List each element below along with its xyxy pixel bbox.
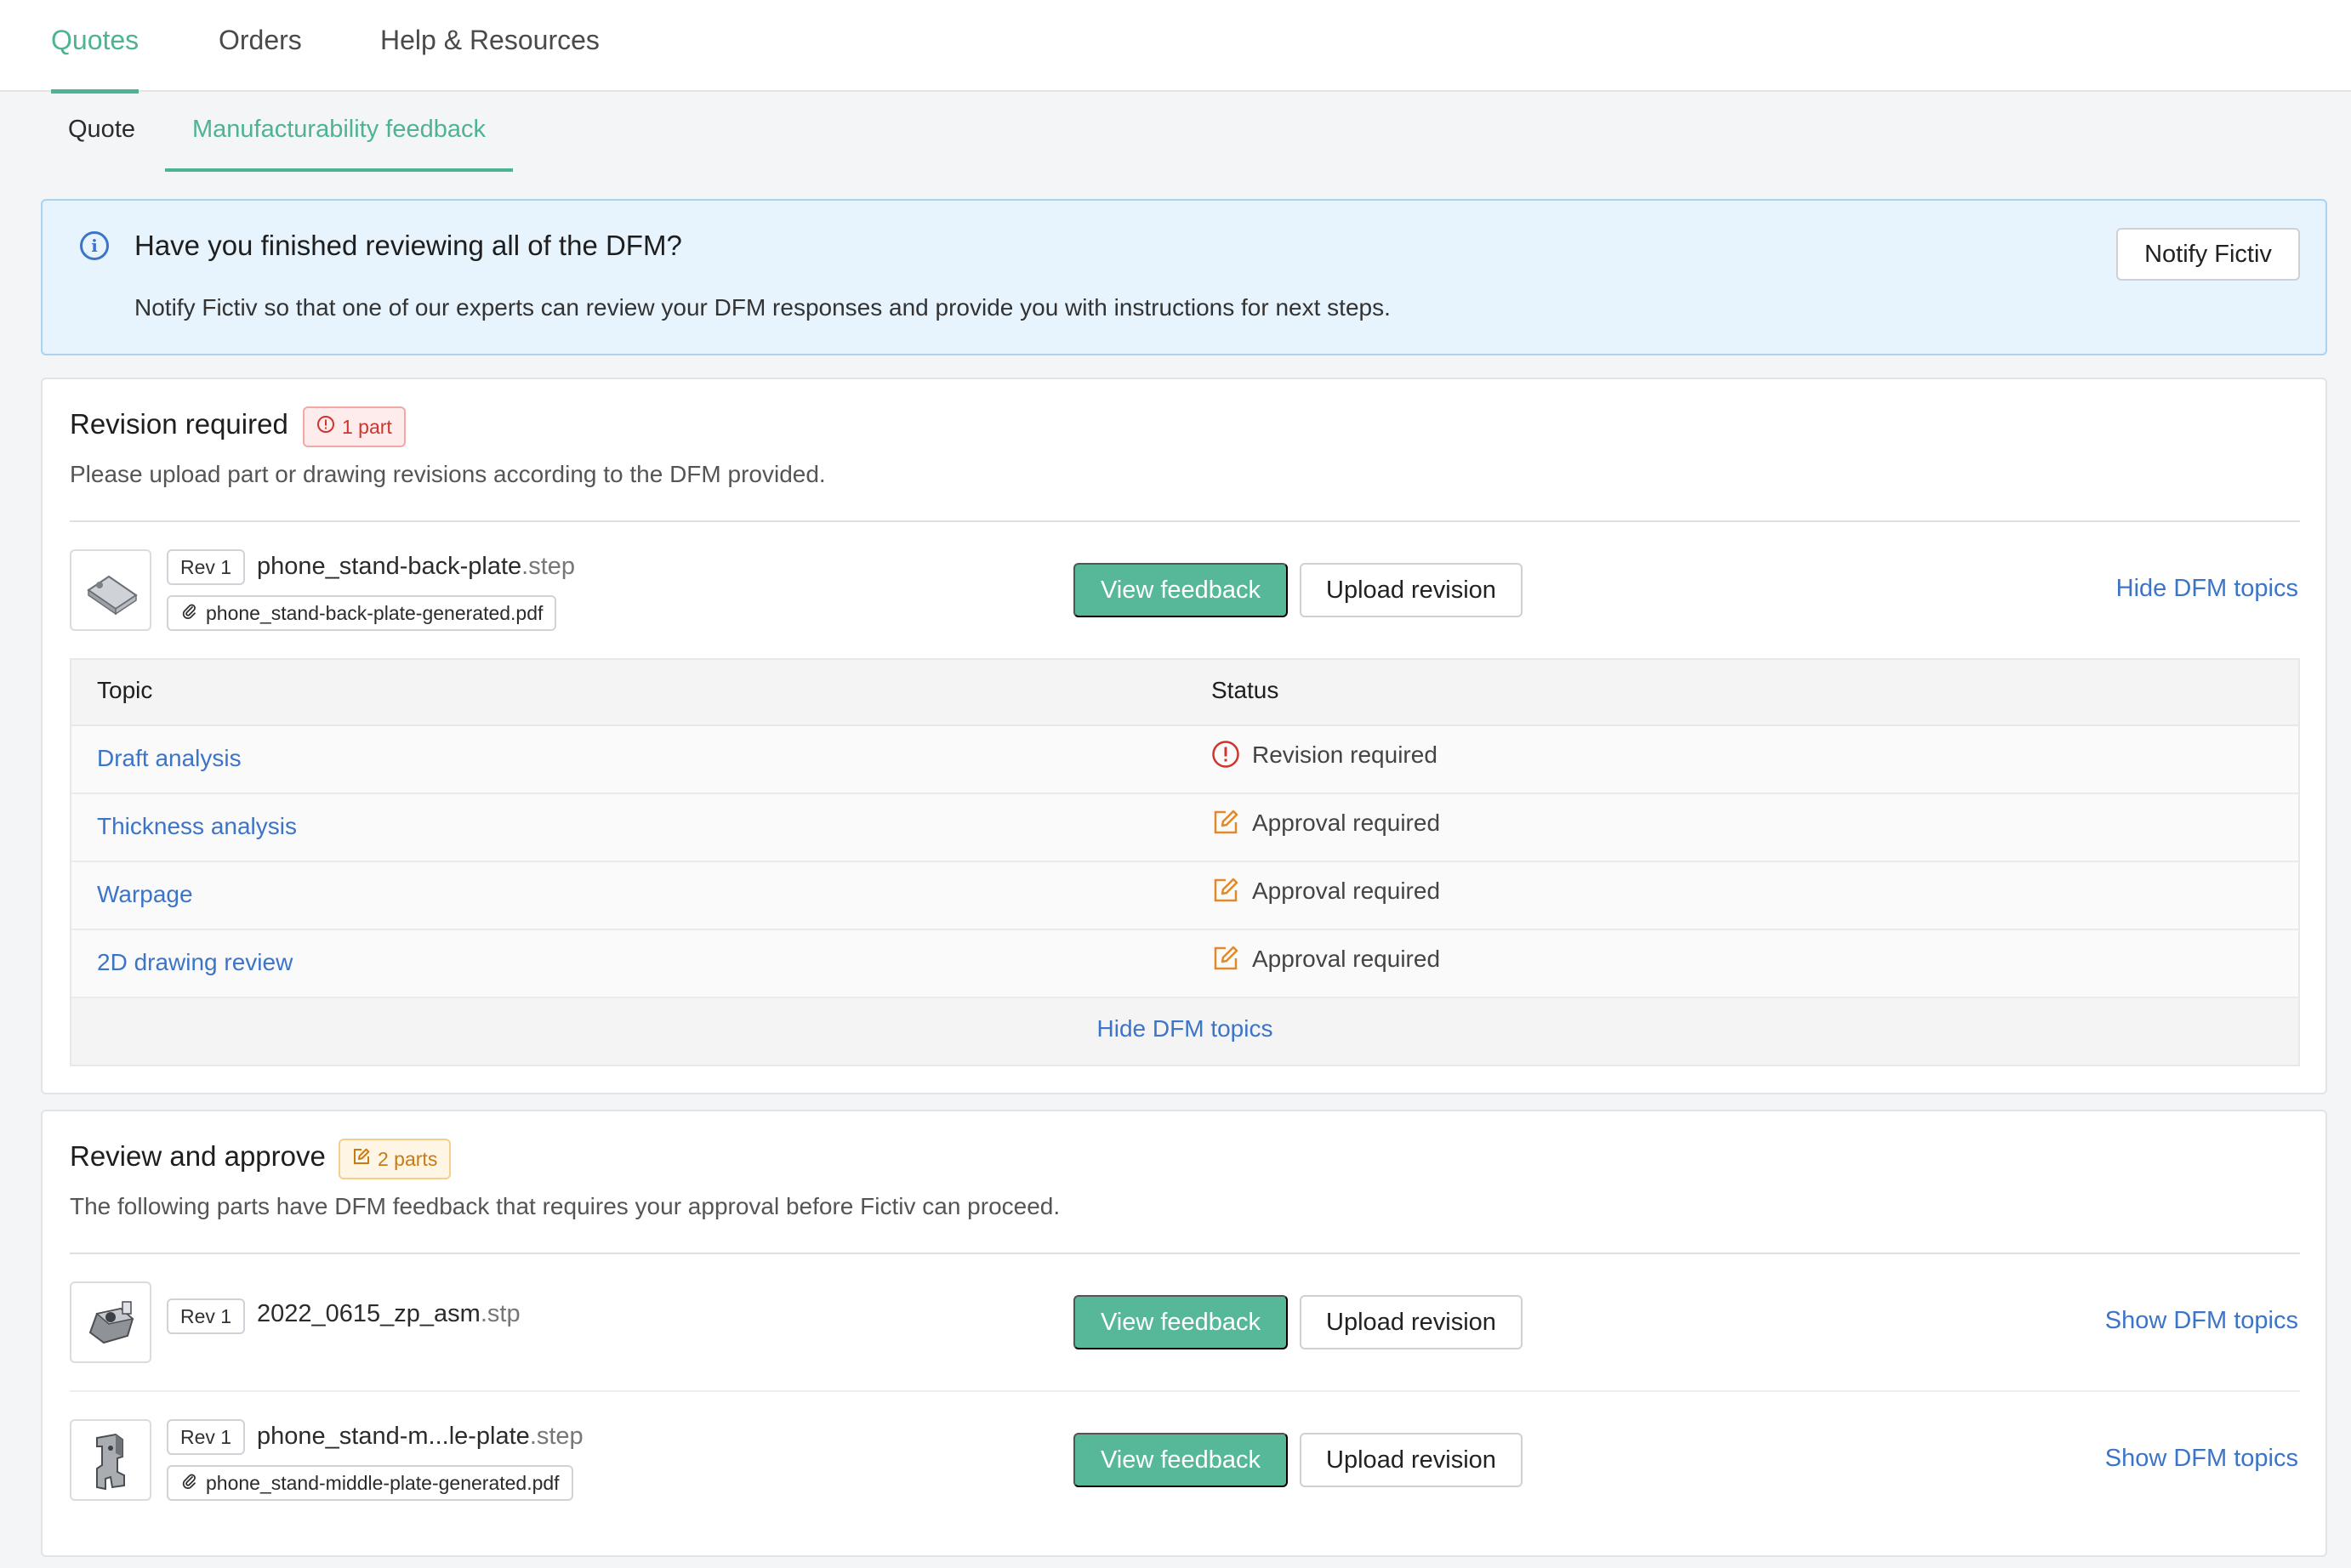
revision-badge-label: 1 part	[342, 416, 392, 438]
divider	[70, 1390, 2300, 1392]
divider	[70, 1253, 2300, 1254]
approval-badge-label: 2 parts	[378, 1148, 438, 1170]
column-header-status: Status	[1211, 677, 1279, 703]
tab-orders[interactable]: Orders	[219, 0, 302, 92]
part-thumbnail[interactable]	[70, 549, 151, 631]
edit-square-icon	[1211, 876, 1240, 905]
table-header: Topic Status	[71, 660, 2298, 726]
edit-square-icon	[1211, 944, 1240, 973]
revision-count-badge: 1 part	[303, 406, 406, 447]
hide-dfm-topics-footer-link[interactable]: Hide DFM topics	[71, 1015, 2298, 1042]
status-cell: Revision required	[1211, 740, 1437, 771]
topic-link-thickness-analysis[interactable]: Thickness analysis	[97, 813, 297, 840]
revision-required-card: Revision required 1 part Please upload p…	[41, 378, 2327, 1094]
info-icon: i	[80, 231, 109, 260]
view-feedback-button[interactable]: View feedback	[1073, 563, 1288, 617]
approval-count-badge: 2 parts	[339, 1139, 452, 1179]
part-filename: phone_stand-m...le-plate.step	[257, 1423, 583, 1450]
sub-nav: Quote Manufacturability feedback	[0, 94, 2351, 172]
drawing-attachment[interactable]: phone_stand-back-plate-generated.pdf	[167, 595, 557, 631]
dfm-topics-table: Topic Status Draft analysis Revision req…	[70, 658, 2300, 1066]
revision-label: Rev 1	[167, 1419, 246, 1455]
dfm-review-banner: i Have you finished reviewing all of the…	[41, 199, 2327, 355]
notify-fictiv-button[interactable]: Notify Fictiv	[2116, 228, 2300, 281]
revision-required-heading: Revision required	[70, 408, 288, 440]
tab-help-resources[interactable]: Help & Resources	[380, 0, 600, 92]
table-row: 2D drawing review Approval required	[71, 930, 2298, 998]
status-cell: Approval required	[1211, 878, 1440, 907]
status-cell: Approval required	[1211, 946, 1440, 975]
table-row: Warpage Approval required	[71, 862, 2298, 930]
upload-revision-button[interactable]: Upload revision	[1300, 1295, 1523, 1349]
revision-label: Rev 1	[167, 549, 246, 585]
banner-title: Have you finished reviewing all of the D…	[134, 230, 682, 261]
review-approve-description: The following parts have DFM feedback th…	[70, 1193, 1061, 1219]
hide-dfm-topics-link[interactable]: Hide DFM topics	[2116, 575, 2298, 603]
paperclip-icon	[182, 1467, 197, 1499]
upload-revision-button[interactable]: Upload revision	[1300, 563, 1523, 617]
review-and-approve-card: Review and approve 2 parts The following…	[41, 1110, 2327, 1557]
tab-quotes[interactable]: Quotes	[51, 0, 139, 94]
show-dfm-topics-link[interactable]: Show DFM topics	[2105, 1445, 2298, 1473]
view-feedback-button[interactable]: View feedback	[1073, 1295, 1288, 1349]
show-dfm-topics-link[interactable]: Show DFM topics	[2105, 1307, 2298, 1335]
upload-revision-button[interactable]: Upload revision	[1300, 1433, 1523, 1487]
status-cell: Approval required	[1211, 810, 1440, 839]
part-filename: 2022_0615_zp_asm.stp	[257, 1300, 521, 1327]
table-row: Draft analysis Revision required	[71, 726, 2298, 794]
alert-circle-icon	[1211, 740, 1240, 769]
alert-circle-icon	[316, 408, 335, 446]
column-header-topic: Topic	[97, 677, 153, 703]
topic-link-2d-drawing-review[interactable]: 2D drawing review	[97, 949, 293, 976]
divider	[70, 520, 2300, 522]
subtab-quote[interactable]: Quote	[68, 94, 135, 172]
topic-link-draft-analysis[interactable]: Draft analysis	[97, 745, 242, 772]
subtab-manufacturability-feedback[interactable]: Manufacturability feedback	[165, 94, 513, 172]
edit-square-icon	[352, 1140, 371, 1178]
topic-link-warpage[interactable]: Warpage	[97, 881, 193, 908]
edit-square-icon	[1211, 808, 1240, 837]
revision-label: Rev 1	[167, 1298, 246, 1334]
view-feedback-button[interactable]: View feedback	[1073, 1433, 1288, 1487]
part-filename: phone_stand-back-plate.step	[257, 553, 576, 580]
top-nav: Quotes Orders Help & Resources	[0, 0, 2351, 94]
review-approve-heading: Review and approve	[70, 1140, 326, 1172]
banner-description: Notify Fictiv so that one of our experts…	[134, 294, 1391, 321]
part-thumbnail[interactable]	[70, 1419, 151, 1501]
table-footer: Hide DFM topics	[71, 998, 2298, 1065]
part-thumbnail[interactable]	[70, 1281, 151, 1363]
paperclip-icon	[182, 597, 197, 629]
table-row: Thickness analysis Approval required	[71, 794, 2298, 862]
drawing-attachment[interactable]: phone_stand-middle-plate-generated.pdf	[167, 1465, 573, 1501]
revision-required-description: Please upload part or drawing revisions …	[70, 461, 826, 487]
